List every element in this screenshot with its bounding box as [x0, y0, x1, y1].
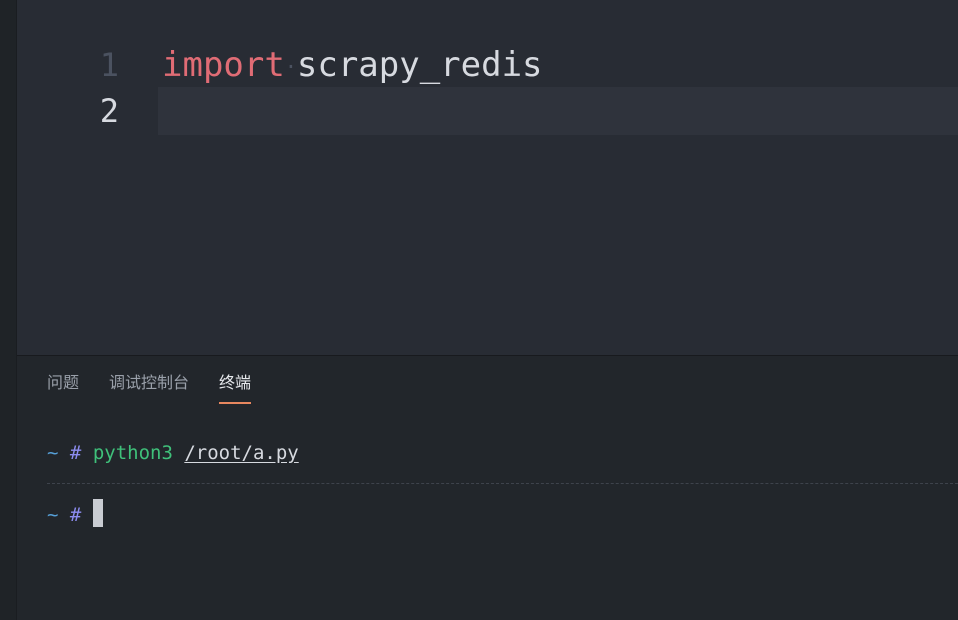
keyword-import: import	[162, 45, 285, 85]
whitespace-marker: ·	[284, 54, 297, 79]
prompt-hash: #	[69, 504, 82, 526]
activity-bar	[0, 0, 17, 620]
prompt-tilde: ~	[47, 504, 59, 526]
terminal-input-row[interactable]: ~ #	[47, 499, 103, 528]
editor-line[interactable]: 1 import·scrapy_redis	[17, 41, 958, 89]
tab-terminal[interactable]: 终端	[219, 372, 252, 406]
prompt-tilde: ~	[47, 442, 59, 464]
app-window: 1 import·scrapy_redis 2 问题 调试控制台 终端 ~ # …	[0, 0, 958, 620]
line-number: 1	[99, 46, 119, 84]
terminal-row: ~ # python3 /root/a.py	[47, 440, 299, 466]
editor-line-active[interactable]: 2	[17, 87, 958, 135]
tab-debug-console[interactable]: 调试控制台	[109, 372, 189, 406]
panel-tabs: 问题 调试控制台 终端	[47, 372, 281, 406]
tab-problems[interactable]: 问题	[47, 372, 79, 406]
current-line-highlight	[158, 87, 958, 135]
code-text[interactable]: import·scrapy_redis	[162, 45, 543, 87]
line-number: 2	[99, 92, 119, 130]
terminal-command: python3	[92, 442, 173, 464]
terminal-cursor	[92, 499, 103, 527]
module-name: scrapy_redis	[296, 45, 543, 85]
prompt-hash: #	[69, 442, 82, 464]
bottom-panel: 问题 调试控制台 终端 ~ # python3 /root/a.py ~ #	[17, 355, 958, 620]
code-editor[interactable]: 1 import·scrapy_redis 2	[17, 0, 958, 355]
command-divider	[47, 483, 958, 484]
terminal-file-link[interactable]: /root/a.py	[184, 442, 298, 464]
